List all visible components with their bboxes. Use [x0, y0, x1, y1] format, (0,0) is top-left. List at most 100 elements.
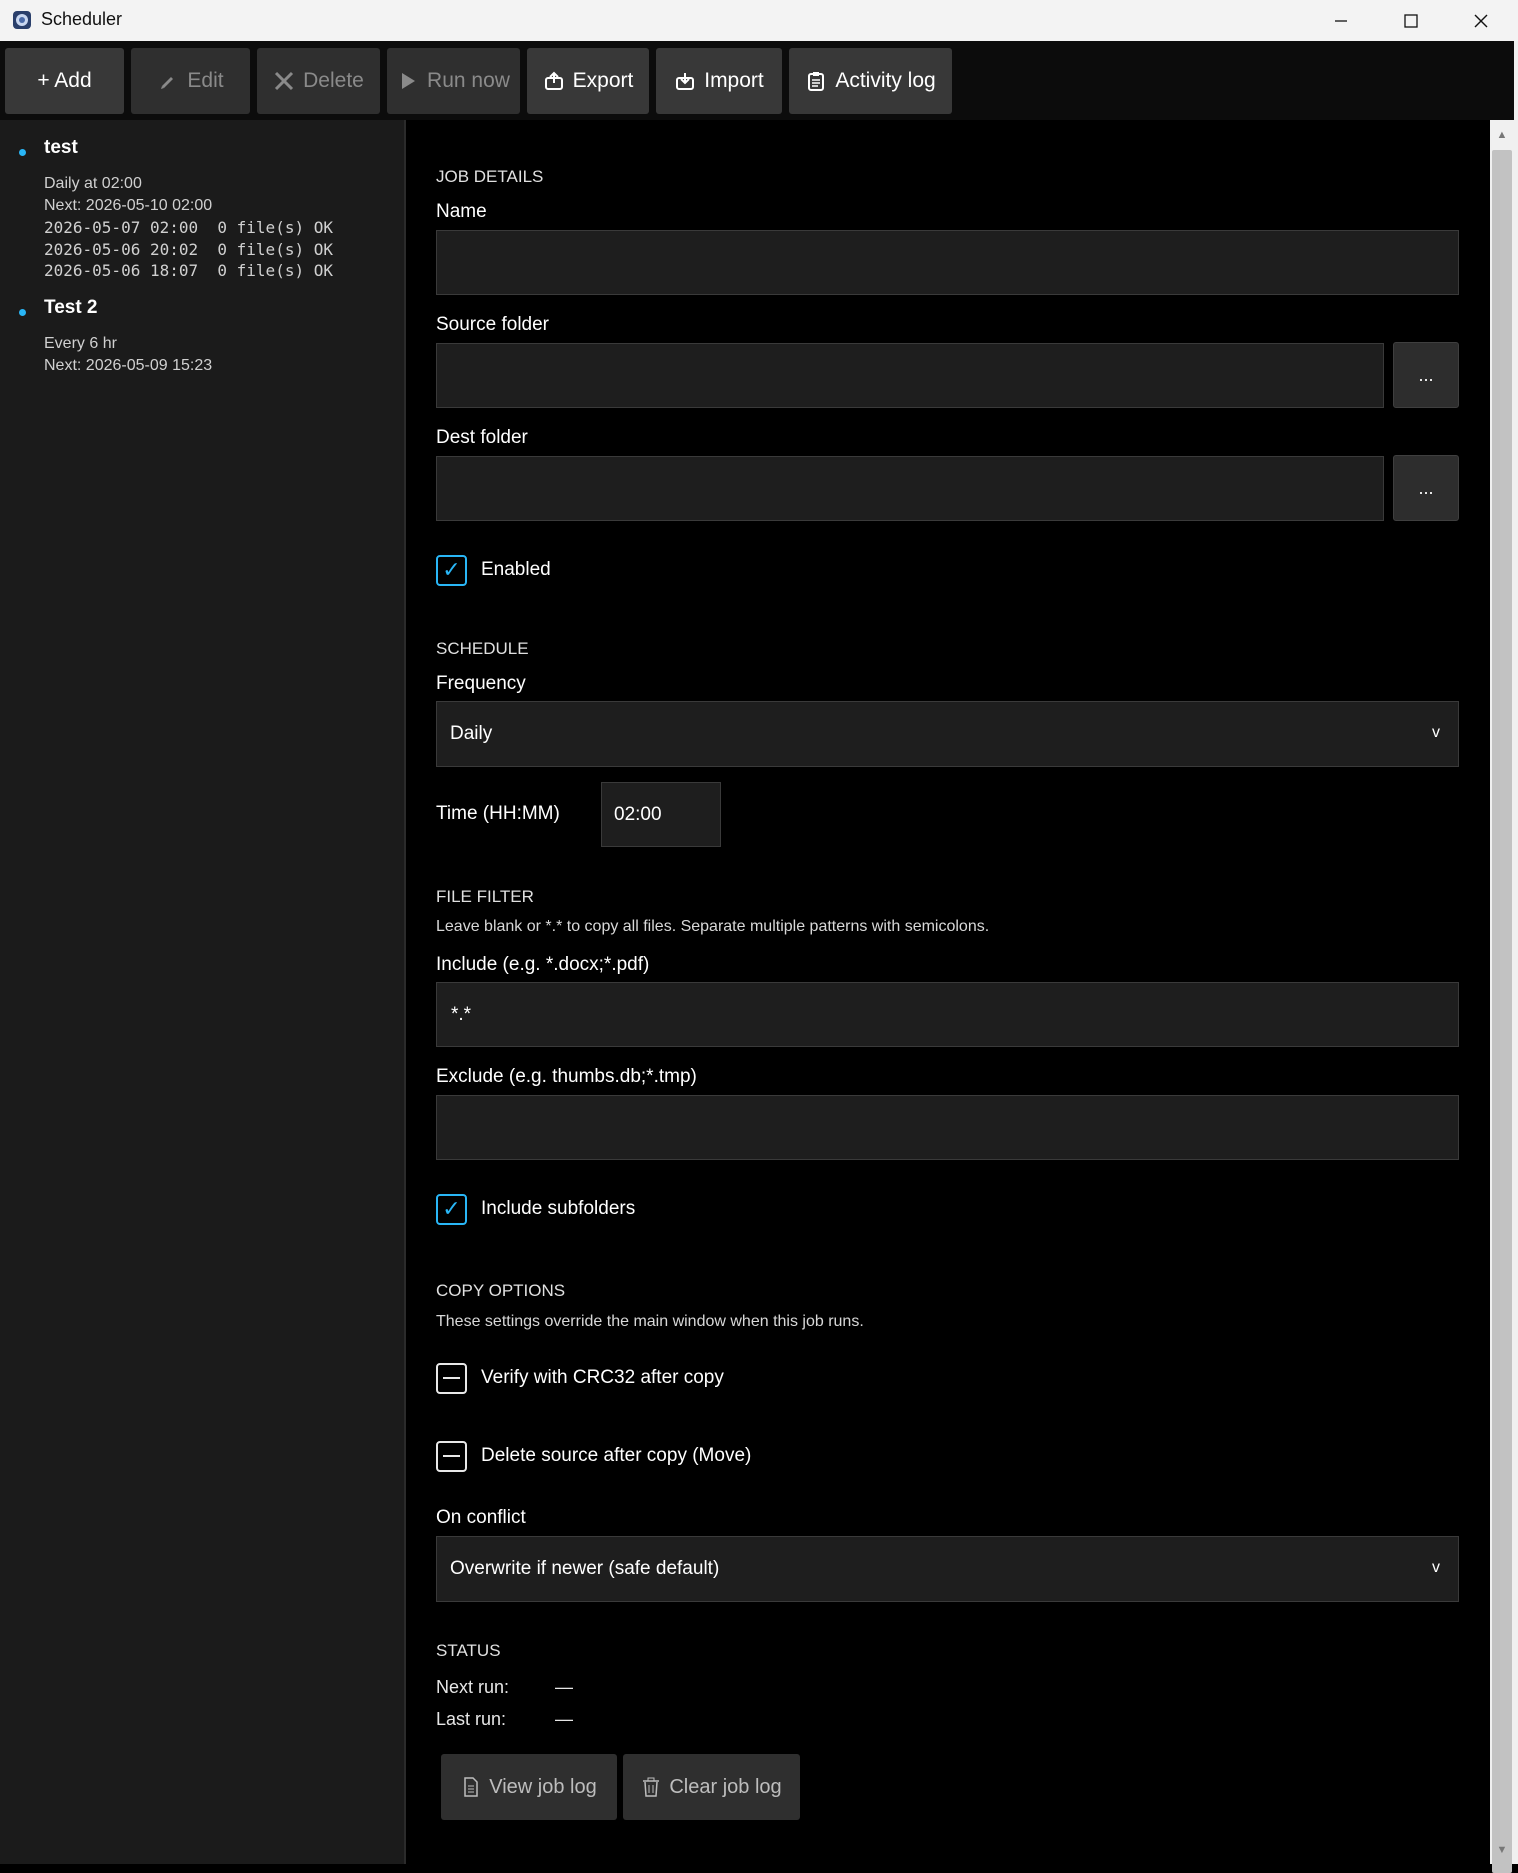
job-bullet — [19, 149, 26, 156]
next-run-value: — — [555, 1677, 573, 1697]
title-bar: Scheduler — [0, 0, 1518, 41]
document-icon — [464, 1777, 478, 1797]
close-icon — [1474, 14, 1488, 27]
job-next: Next: 2026-05-09 15:23 — [44, 357, 213, 374]
activity-log-button[interactable]: Activity log — [789, 48, 952, 114]
time-input[interactable]: 02:00 — [601, 782, 721, 847]
maximize-icon — [1404, 13, 1418, 28]
exclude-input[interactable] — [436, 1095, 1459, 1160]
source-folder-label: Source folder — [436, 314, 550, 335]
next-run-label: Next run: — [436, 1677, 510, 1697]
name-label: Name — [436, 201, 487, 222]
scroll-up-icon[interactable]: ▲ — [1490, 123, 1514, 147]
edit-button-label: Edit — [187, 69, 224, 92]
verify-crc32-checkbox[interactable]: Verify with CRC32 after copy — [436, 1360, 724, 1396]
x-icon — [275, 71, 294, 91]
delete-button[interactable]: Delete — [257, 48, 380, 114]
vertical-scrollbar[interactable]: ▲ ▼ — [1490, 120, 1514, 1873]
job-item-test-2[interactable]: Test 2 Every 6 hr Next: 2026-05-09 15:23 — [0, 290, 404, 380]
job-schedule: Every 6 hr — [44, 335, 117, 352]
source-folder-input[interactable] — [436, 343, 1384, 408]
job-list: test Daily at 02:00 Next: 2026-05-10 02:… — [0, 120, 404, 1864]
last-run-label: Last run: — [436, 1709, 507, 1729]
file-filter-heading: FILE FILTER — [436, 887, 534, 906]
indeterminate-icon — [436, 1362, 467, 1394]
include-subfolders-label: Include subfolders — [481, 1198, 636, 1219]
schedule-heading: SCHEDULE — [436, 639, 529, 658]
name-input[interactable] — [436, 230, 1459, 295]
view-job-log-button[interactable]: View job log — [441, 1754, 617, 1820]
time-label: Time (HH:MM) — [436, 803, 560, 824]
check-icon: ✓ — [436, 1193, 467, 1225]
file-filter-hint: Leave blank or *.* to copy all files. Se… — [436, 918, 990, 935]
toolbar: + Add Edit Delete Run now Export Import … — [0, 41, 1518, 120]
indeterminate-icon — [436, 1440, 467, 1472]
copy-options-hint: These settings override the main window … — [436, 1313, 864, 1330]
delete-button-label: Delete — [303, 69, 364, 92]
add-button[interactable]: + Add — [5, 48, 124, 114]
job-log-line: 2026-05-06 18:07 0 file(s) OK — [44, 261, 333, 280]
status-heading: STATUS — [436, 1641, 501, 1660]
job-log-line: 2026-05-06 20:02 0 file(s) OK — [44, 240, 333, 259]
export-button[interactable]: Export — [527, 48, 649, 114]
clear-job-log-button[interactable]: Clear job log — [623, 1754, 800, 1820]
clear-job-log-label: Clear job log — [669, 1775, 782, 1798]
job-next: Next: 2026-05-10 02:00 — [44, 197, 213, 214]
include-input[interactable]: *.* — [436, 982, 1459, 1047]
dest-folder-label: Dest folder — [436, 427, 528, 448]
run-now-button-label: Run now — [427, 69, 510, 92]
window-title: Scheduler — [41, 9, 123, 29]
enabled-label: Enabled — [481, 559, 551, 580]
maximize-button[interactable] — [1376, 0, 1446, 41]
scroll-down-icon[interactable]: ▼ — [1490, 1838, 1514, 1862]
include-subfolders-checkbox[interactable]: ✓ Include subfolders — [436, 1191, 635, 1227]
on-conflict-value: Overwrite if newer (safe default) — [450, 1558, 720, 1579]
add-button-label: + Add — [37, 69, 92, 92]
run-now-button[interactable]: Run now — [387, 48, 520, 114]
export-button-label: Export — [572, 69, 634, 92]
job-bullet — [19, 309, 26, 316]
check-icon: ✓ — [436, 554, 467, 586]
minimize-button[interactable] — [1306, 0, 1376, 41]
view-job-log-label: View job log — [489, 1775, 597, 1798]
import-button[interactable]: Import — [656, 48, 782, 114]
job-item-test[interactable]: test Daily at 02:00 Next: 2026-05-10 02:… — [0, 130, 404, 280]
on-conflict-label: On conflict — [436, 1507, 526, 1528]
next-run-row: Next run: — — [436, 1677, 573, 1698]
job-name: test — [44, 137, 78, 158]
pencil-icon — [161, 77, 174, 89]
edit-button[interactable]: Edit — [131, 48, 250, 114]
frequency-value: Daily — [450, 723, 493, 744]
include-label: Include (e.g. *.docx;*.pdf) — [436, 954, 650, 975]
verify-crc32-label: Verify with CRC32 after copy — [481, 1367, 724, 1388]
clipboard-icon — [808, 72, 825, 91]
frequency-select[interactable]: Daily v — [436, 701, 1459, 767]
chevron-down-icon: v — [1432, 724, 1440, 741]
dest-folder-input[interactable] — [436, 456, 1384, 521]
source-browse-button[interactable]: ... — [1393, 342, 1459, 408]
last-run-row: Last run: — — [436, 1709, 573, 1730]
activity-log-button-label: Activity log — [835, 69, 936, 92]
minimize-icon — [1335, 19, 1347, 22]
import-button-label: Import — [704, 69, 764, 92]
close-button[interactable] — [1446, 0, 1516, 41]
play-icon — [402, 73, 416, 89]
job-log-line: 2026-05-07 02:00 0 file(s) OK — [44, 218, 333, 237]
dest-browse-button[interactable]: ... — [1393, 455, 1459, 521]
on-conflict-select[interactable]: Overwrite if newer (safe default) v — [436, 1536, 1459, 1602]
export-icon — [544, 71, 563, 90]
job-name: Test 2 — [44, 297, 98, 318]
move-label: Delete source after copy (Move) — [481, 1445, 752, 1466]
move-checkbox[interactable]: Delete source after copy (Move) — [436, 1438, 751, 1474]
job-details-heading: JOB DETAILS — [436, 167, 544, 186]
app-icon — [13, 11, 31, 29]
job-schedule: Daily at 02:00 — [44, 175, 142, 192]
exclude-label: Exclude (e.g. thumbs.db;*.tmp) — [436, 1066, 697, 1087]
chevron-down-icon: v — [1432, 1559, 1440, 1576]
scroll-thumb[interactable] — [1492, 150, 1512, 1873]
copy-options-heading: COPY OPTIONS — [436, 1281, 566, 1300]
frequency-label: Frequency — [436, 673, 526, 694]
enabled-checkbox[interactable]: ✓ Enabled — [436, 552, 551, 588]
import-icon — [676, 73, 695, 90]
trash-icon — [643, 1777, 660, 1797]
